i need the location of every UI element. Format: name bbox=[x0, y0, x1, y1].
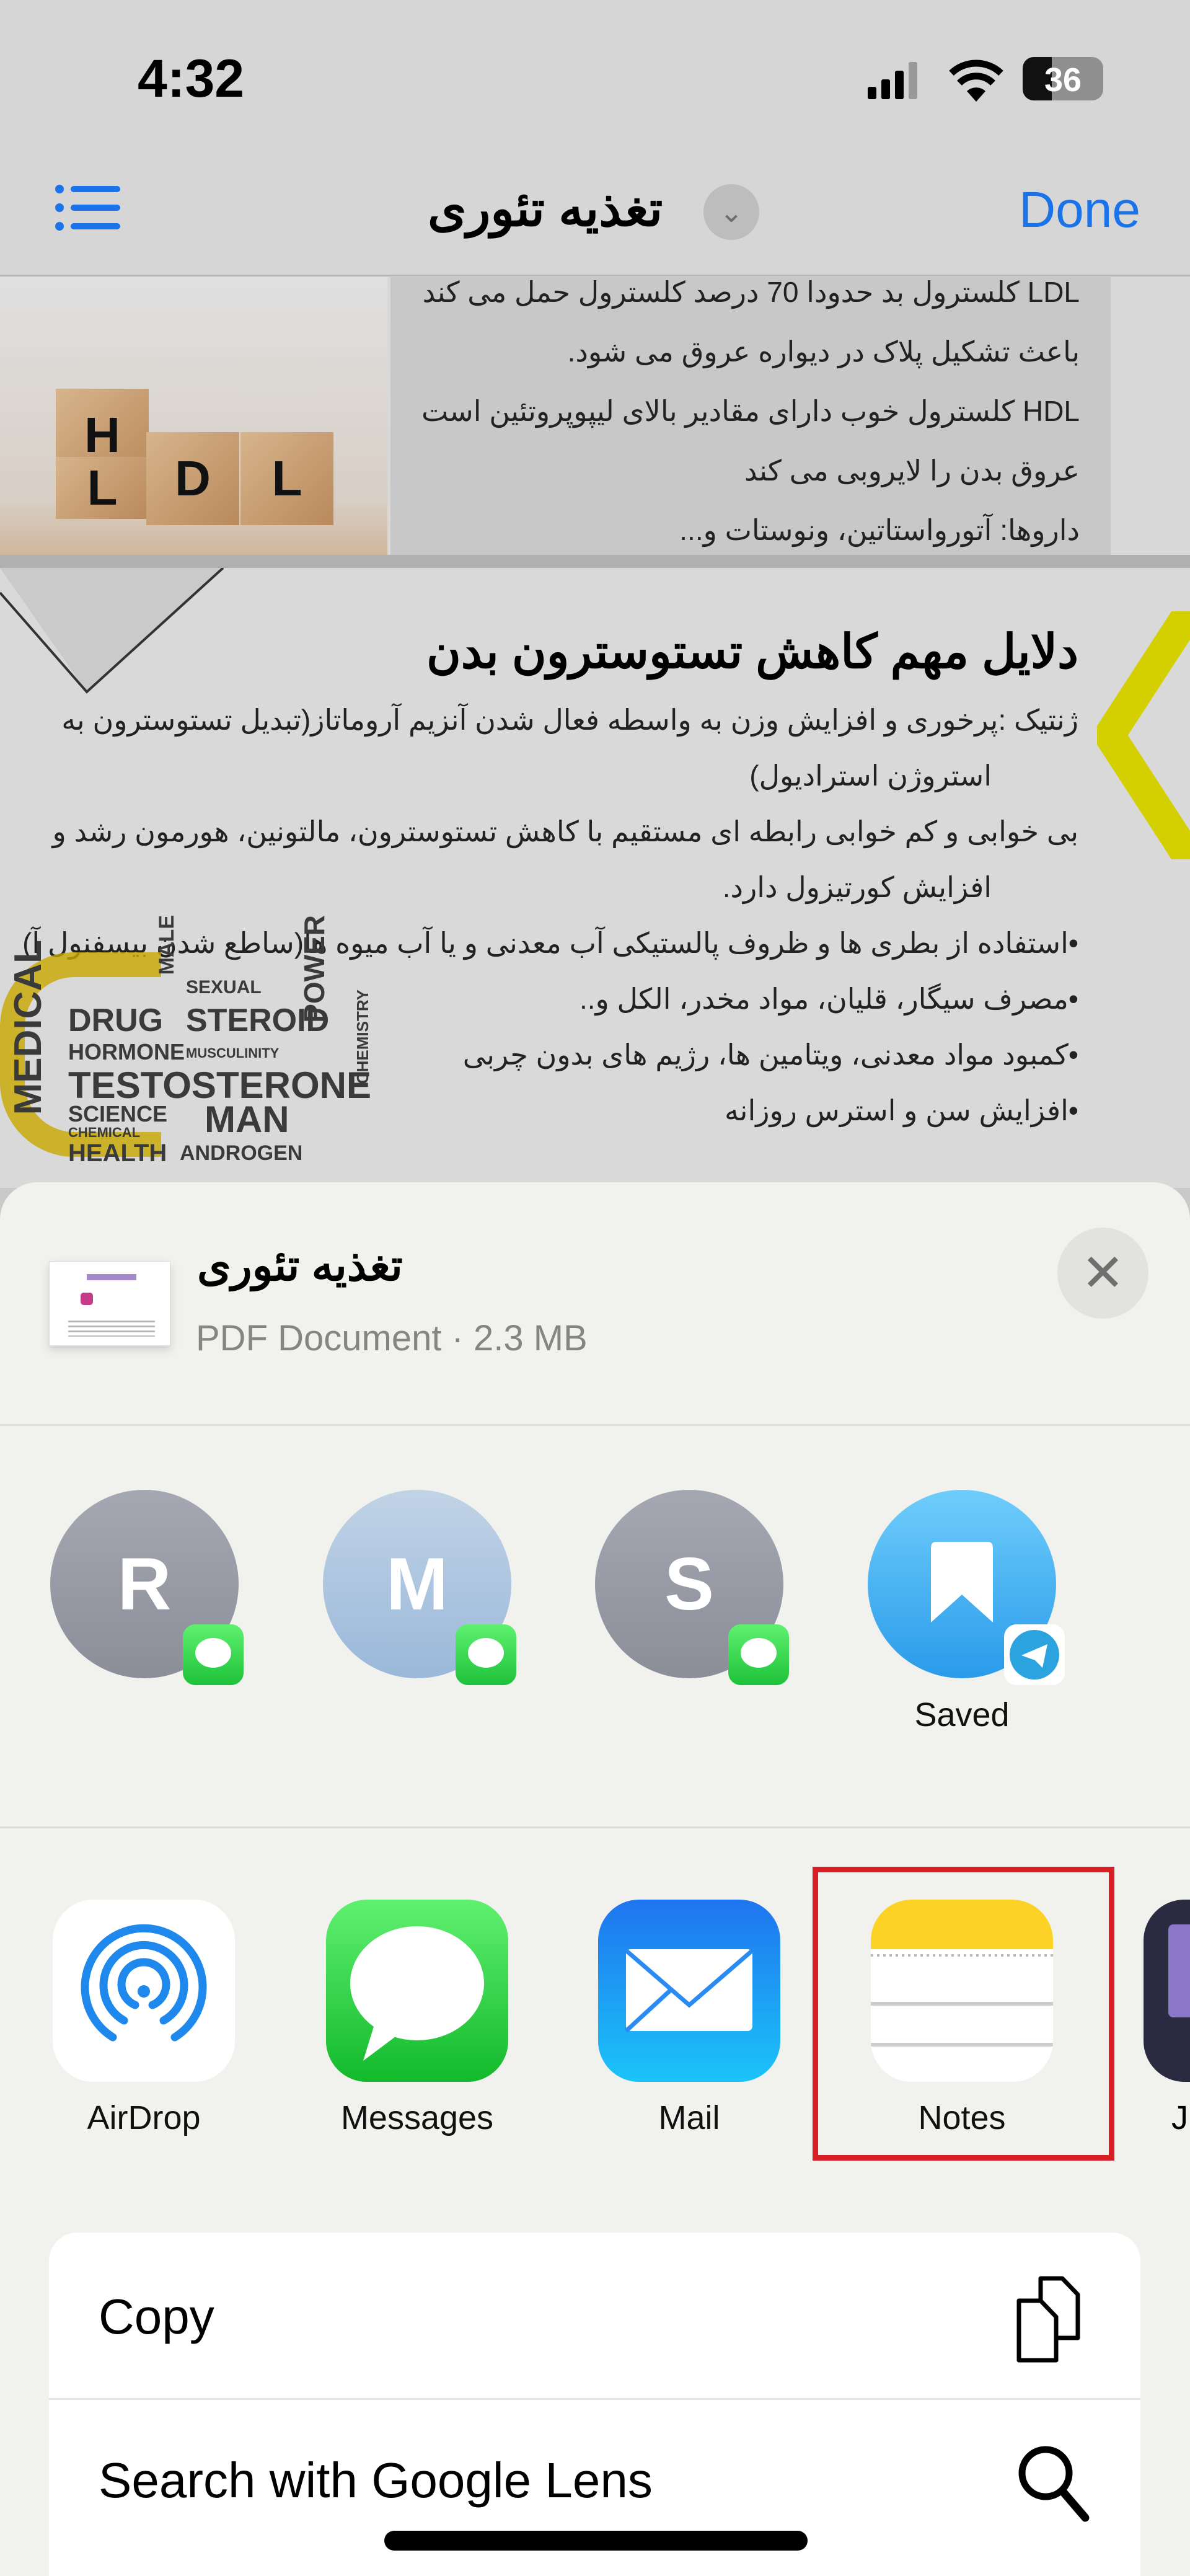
wordcloud-word: MALE bbox=[155, 915, 178, 975]
divider bbox=[0, 1826, 1190, 1828]
signal-icon bbox=[868, 62, 917, 99]
messages-icon bbox=[350, 1926, 484, 2061]
wifi-icon bbox=[949, 60, 1003, 102]
airdrop-app[interactable] bbox=[53, 1900, 235, 2082]
hdl-ldl-image: H L D L bbox=[0, 277, 387, 555]
divider bbox=[0, 1424, 1190, 1426]
document-title[interactable]: تغذیه تئوری bbox=[428, 180, 663, 237]
telegram-badge-icon bbox=[1004, 1624, 1065, 1685]
wordcloud-word: CHEMICAL bbox=[68, 1125, 141, 1140]
action-label: Search with Google Lens bbox=[99, 2453, 653, 2508]
wordcloud-word: SCIENCE bbox=[68, 1101, 168, 1126]
share-title: تغذیه تئوری bbox=[197, 1241, 403, 1290]
wordcloud-word: DRUG bbox=[68, 1003, 164, 1038]
highlight-box bbox=[813, 1867, 1114, 2161]
text-line: افزایش کورتیزول دارد. bbox=[722, 871, 992, 903]
text-line: بی خوابی و کم خوابی رابطه ای مستقیم با ک… bbox=[52, 815, 1078, 848]
app-label: Messages bbox=[340, 2099, 494, 2136]
text-line: داروها: آتورواستاتین، ونوستات و... bbox=[679, 514, 1080, 546]
wordcloud-word: SEXUAL bbox=[186, 977, 262, 998]
page-heading: دلایل مهم کاهش تستوسترون بدن bbox=[426, 626, 1078, 678]
chevron-down-icon[interactable]: ⌄ bbox=[703, 184, 759, 240]
app-label: AirDrop bbox=[87, 2099, 201, 2136]
contact-label: Saved bbox=[914, 1696, 1010, 1733]
wordcloud-word: POWER bbox=[298, 915, 330, 1023]
app-label: Mail bbox=[658, 2099, 720, 2136]
pdf-page-2: دلایل مهم کاهش تستوسترون بدن ژنتیک :پرخو… bbox=[0, 568, 1190, 1188]
battery-icon: 36 bbox=[1023, 57, 1103, 100]
app-icon bbox=[1168, 1924, 1190, 2017]
messages-badge-icon bbox=[728, 1624, 789, 1685]
wordcloud-word: MEDICAL bbox=[7, 940, 50, 1115]
wordcloud-word: MAN bbox=[205, 1099, 289, 1140]
wordcloud-word: HEALTH bbox=[68, 1140, 167, 1167]
list-icon[interactable] bbox=[55, 183, 123, 239]
action-label: Copy bbox=[99, 2289, 214, 2344]
cube-letter: L bbox=[240, 432, 333, 525]
status-time: 4:32 bbox=[138, 49, 245, 108]
decorative-triangle bbox=[0, 568, 224, 694]
messages-badge-icon bbox=[456, 1624, 516, 1685]
cholesterol-text: LDL کلسترول بد حدودا 70 درصد کلسترول حمل… bbox=[390, 277, 1111, 555]
done-button[interactable]: Done bbox=[1019, 181, 1140, 239]
copy-icon bbox=[1016, 2276, 1080, 2363]
wordcloud-word: MUSCULINITY bbox=[186, 1045, 280, 1061]
cube-letter: D bbox=[146, 432, 239, 525]
app-label: J bbox=[1171, 2099, 1188, 2136]
mail-icon bbox=[624, 1949, 754, 2033]
home-indicator[interactable] bbox=[384, 2531, 808, 2551]
text-line: LDL کلسترول بد حدودا 70 درصد کلسترول حمل… bbox=[422, 277, 1080, 308]
text-line: باعث تشکیل پلاک در دیواره عروق می شود. bbox=[567, 335, 1080, 368]
wordcloud-word: ANDROGEN bbox=[180, 1141, 303, 1165]
wordcloud-word: HORMONE bbox=[68, 1039, 185, 1064]
text-line: استروژن استرادیول) bbox=[749, 759, 992, 792]
mail-app[interactable] bbox=[598, 1900, 780, 2082]
text-line: عروق بدن را لایروبی می کند bbox=[744, 454, 1080, 487]
pdf-thumbnail bbox=[49, 1261, 170, 1346]
close-icon[interactable]: ✕ bbox=[1057, 1228, 1148, 1319]
messages-badge-icon bbox=[183, 1624, 244, 1685]
text-line: HDL کلسترول خوب دارای مقادیر بالای لیپوپ… bbox=[421, 395, 1080, 427]
wordcloud-word: CHEMISTRY bbox=[353, 989, 372, 1084]
decorative-chevron bbox=[1097, 611, 1190, 859]
bookmark-icon bbox=[931, 1542, 993, 1622]
pdf-page-1: H L D L LDL کلسترول بد حدودا 70 درصد کلس… bbox=[0, 277, 1190, 555]
testosterone-wordcloud-image: MEDICAL DRUG MALE SEXUAL STEROID HORMONE… bbox=[0, 915, 384, 1175]
page-separator bbox=[0, 555, 1190, 568]
search-icon bbox=[1018, 2446, 1090, 2522]
battery-level: 36 bbox=[1044, 61, 1082, 99]
cube-letter: L bbox=[56, 457, 149, 519]
messages-app[interactable] bbox=[326, 1900, 508, 2082]
partial-app[interactable] bbox=[1144, 1900, 1190, 2082]
share-subtitle: PDF Document · 2.3 MB bbox=[196, 1318, 588, 1358]
airdrop-icon bbox=[81, 1924, 207, 2042]
text-line: ژنتیک :پرخوری و افزایش وزن به واسطه فعال… bbox=[61, 704, 1078, 736]
copy-action[interactable]: Copy bbox=[49, 2233, 1140, 2399]
